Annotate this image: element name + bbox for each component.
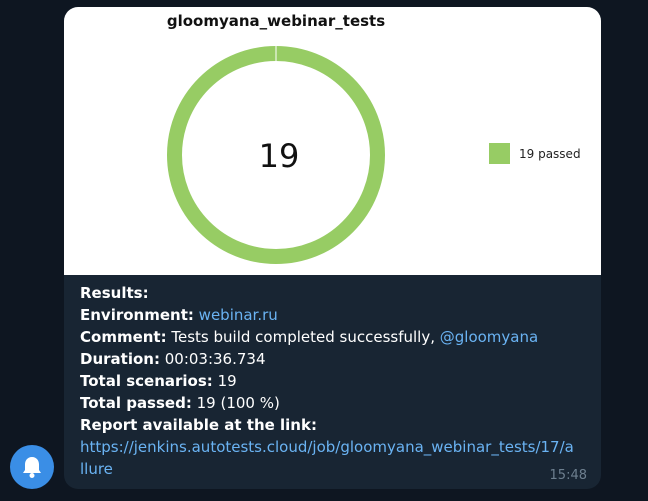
report-label: Report available at the link: <box>80 416 317 434</box>
total-scenarios-line: Total scenarios: 19 <box>80 370 590 392</box>
report-url-part2[interactable]: llure <box>80 460 113 478</box>
message-text: Results: Environment: webinar.ru Comment… <box>80 282 590 480</box>
legend-label-passed: 19 passed <box>519 146 581 161</box>
environment-line: Environment: webinar.ru <box>80 304 590 326</box>
chart-image[interactable]: gloomyana_webinar_tests 19 19 passed <box>64 7 601 275</box>
chart-legend: 19 passed <box>489 143 581 164</box>
message-time: 15:48 <box>549 468 587 483</box>
notification-button[interactable] <box>10 445 54 489</box>
total-passed-value: 19 (100 %) <box>196 394 280 412</box>
report-link[interactable]: https://jenkins.autotests.cloud/job/gloo… <box>80 436 590 480</box>
duration-line: Duration: 00:03:36.734 <box>80 348 590 370</box>
total-scenarios-label: Total scenarios: <box>80 372 213 390</box>
environment-link[interactable]: webinar.ru <box>199 306 278 324</box>
donut-chart: 19 <box>167 45 385 264</box>
total-passed-label: Total passed: <box>80 394 192 412</box>
report-line: Report available at the link: <box>80 414 590 436</box>
comment-text: Tests build completed successfully, <box>171 328 435 346</box>
legend-swatch-passed <box>489 143 510 164</box>
results-line: Results: <box>80 282 590 304</box>
total-scenarios-value: 19 <box>217 372 237 390</box>
total-passed-line: Total passed: 19 (100 %) <box>80 392 590 414</box>
message-bubble: gloomyana_webinar_tests 19 19 passed Res… <box>64 7 601 489</box>
results-label: Results: <box>80 284 149 302</box>
comment-line: Comment: Tests build completed successfu… <box>80 326 590 348</box>
duration-value: 00:03:36.734 <box>164 350 266 368</box>
duration-label: Duration: <box>80 350 160 368</box>
mention-link[interactable]: @gloomyana <box>440 328 538 346</box>
environment-label: Environment: <box>80 306 194 324</box>
bell-icon <box>23 457 41 478</box>
report-url-part1[interactable]: https://jenkins.autotests.cloud/job/gloo… <box>80 438 574 456</box>
donut-center-label: 19 <box>259 137 300 175</box>
comment-label: Comment: <box>80 328 167 346</box>
